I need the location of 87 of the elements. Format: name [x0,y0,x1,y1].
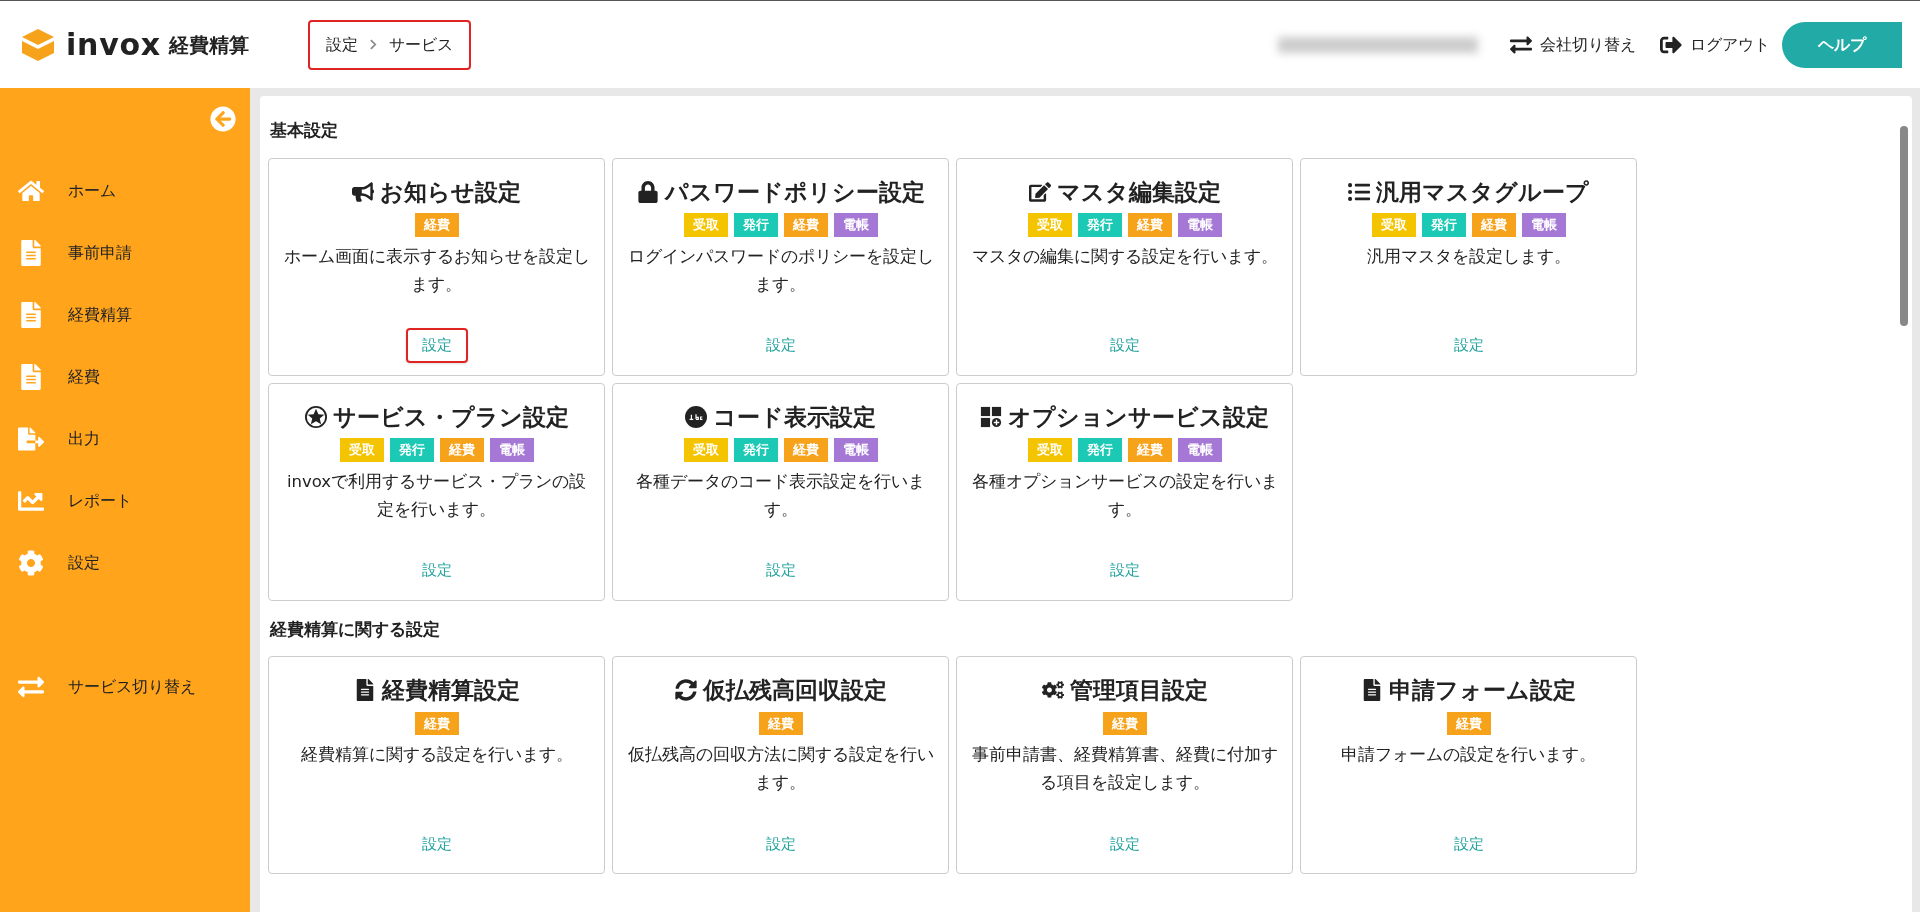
service-tag: 電帳 [833,213,878,237]
card-title: オプションサービス設定 [1008,402,1269,432]
service-tag: 経費 [1471,213,1516,237]
card-title: 管理項目設定 [1069,676,1208,705]
card-title: サービス・プラン設定 [332,402,569,432]
grid-plus-icon [980,405,1002,428]
card-title: パスワードポリシー設定 [664,177,925,207]
file-export-icon [18,426,44,452]
swap-arrows-icon [1510,33,1532,56]
star-badge-icon [304,405,327,428]
abc-circle-icon [685,405,707,428]
card-title: 申請フォーム設定 [1389,676,1576,705]
service-tag: 経費 [1127,213,1172,237]
card-description: 申請フォームの設定を行います。 [1340,744,1597,766]
card-title: マスタ編集設定 [1056,177,1221,207]
document-icon [18,240,44,266]
sidebar-item[interactable]: 出力 [0,408,250,470]
swap-arrows-icon [18,674,44,700]
service-tag: 電帳 [833,438,878,462]
service-tag: 電帳 [1521,213,1566,237]
section-heading: 基本設定 [269,119,339,142]
home-icon [18,178,44,204]
gears-icon [1041,679,1064,702]
breadcrumb-link[interactable]: サービス [389,32,453,57]
card-description: 各種オプションサービスの設定を行います。 [970,470,1279,521]
sidebar-item[interactable]: 事前申請 [0,222,250,284]
card-description: 各種データのコード表示設定を行います。 [635,470,926,521]
service-tag: 発行 [1077,438,1122,462]
service-tag: 受取 [1371,213,1416,237]
refresh-icon [674,679,697,702]
service-tag: 経費 [783,213,828,237]
sidebar-item[interactable]: レポート [0,470,250,532]
service-tag: 経費 [1127,438,1172,462]
service-tag: 受取 [1027,438,1072,462]
service-tag: 経費 [414,711,459,735]
sidebar-item[interactable]: 経費 [0,346,250,408]
logo-text: invox [66,26,161,64]
service-tag: 発行 [1421,213,1466,237]
service-tag: 経費 [1446,711,1491,735]
section-heading: 経費精算に関する設定 [268,617,441,641]
document-icon [18,302,44,328]
sidebar-item[interactable]: 設定 [0,532,250,594]
card-description: invoxで利用するサービス・プランの設定を行います。 [285,470,588,521]
card-title: コード表示設定 [713,402,876,432]
service-tag: 受取 [1027,213,1072,237]
chevron-icon [370,39,377,50]
logout-button[interactable]: ログアウト [1660,32,1770,57]
lock-icon [636,180,659,203]
service-tag: 受取 [339,438,384,462]
list-icon [1348,180,1370,203]
service-tag: 受取 [683,213,728,237]
logo-subtext: 経費精算 [168,31,249,59]
card-title: お知らせ設定 [380,177,521,207]
card-title: 汎用マスタグループ [1376,177,1589,207]
card-description: マスタの編集に関する設定を行います。 [970,245,1279,268]
service-tag: 電帳 [1177,438,1222,462]
service-tag: 受取 [683,438,728,462]
service-tag: 経費 [758,711,803,735]
megaphone-icon [352,180,374,203]
document-icon [1361,679,1383,702]
card-description: 事前申請書、経費精算書、経費に付加する項目を設定します。 [970,744,1279,794]
collapse-icon[interactable] [210,106,236,132]
card-description: 仮払残高の回収方法に関する設定を行います。 [626,744,935,794]
switch-company-button[interactable]: 会社切り替え [1510,32,1636,57]
service-tag: 経費 [783,438,828,462]
service-tag: 経費 [1102,711,1147,735]
service-tag: 経費 [414,213,459,237]
document-icon [18,364,44,390]
card-description: 経費精算に関する設定を行います。 [299,744,574,766]
service-tag: 経費 [439,438,484,462]
service-tag: 発行 [733,438,778,462]
card-title: 仮払残高回収設定 [702,676,887,705]
service-tag: 発行 [1077,213,1122,237]
card-title: 経費精算設定 [381,676,520,705]
card-description: ホーム画面に表示するお知らせを設定します。 [282,245,591,296]
service-tag: 電帳 [1177,213,1222,237]
edit-icon [1028,180,1051,203]
settings-icon [18,550,44,576]
service-tag: 発行 [733,213,778,237]
sidebar-item[interactable]: サービス切り替え [0,656,250,718]
sidebar-item[interactable]: 経費精算 [0,284,250,346]
service-tag: 電帳 [489,438,534,462]
card-description: ログインパスワードのポリシーを設定します。 [626,245,935,296]
sidebar-item[interactable]: ホーム [0,160,250,222]
breadcrumb-link[interactable]: 設定 [326,32,358,57]
service-tag: 発行 [389,438,434,462]
card-description: 汎用マスタを設定します。 [1365,245,1572,268]
